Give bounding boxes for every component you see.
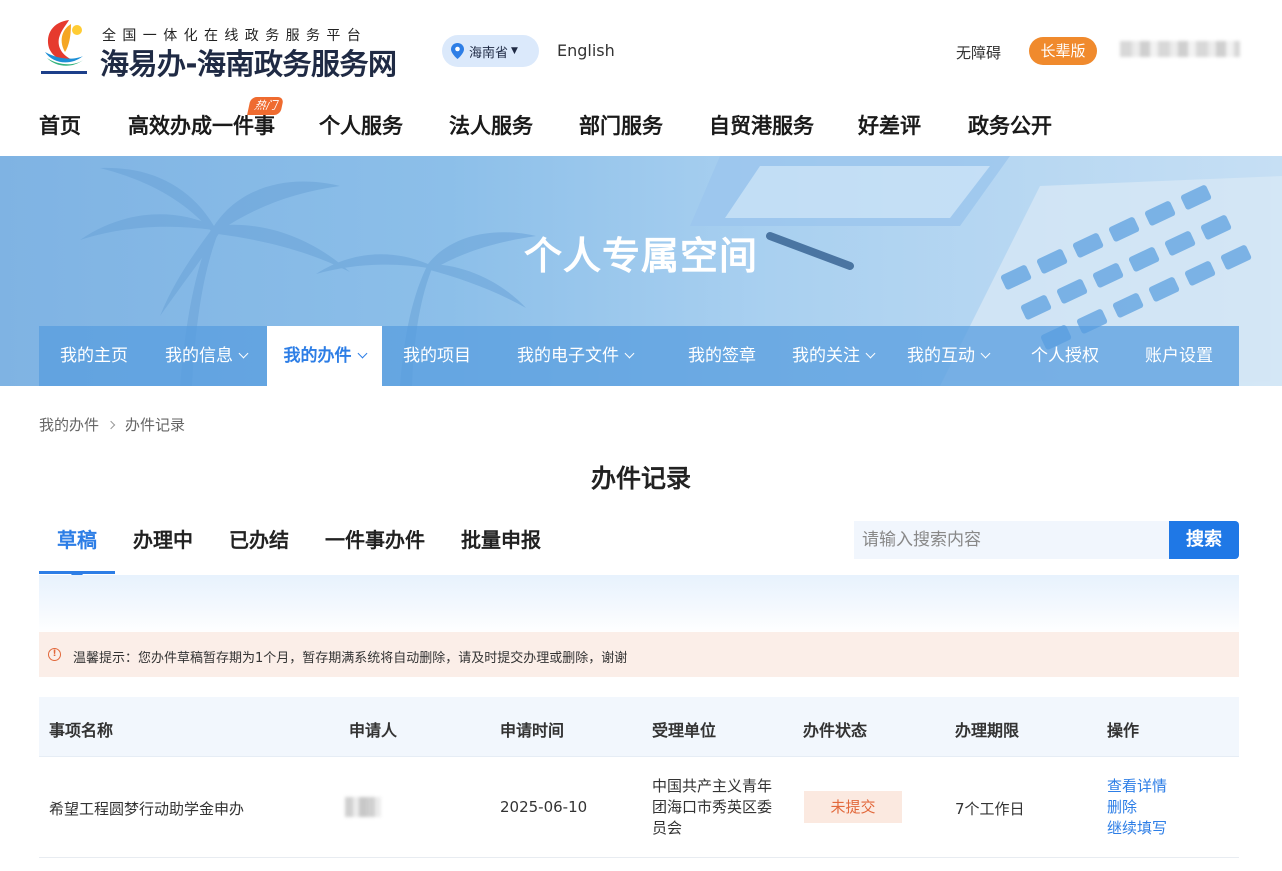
breadcrumb-current: 办件记录 <box>125 416 186 434</box>
nav-government-affairs[interactable]: 政务公开 <box>968 110 1052 140</box>
search-input[interactable] <box>854 521 1169 559</box>
site-logo-icon[interactable] <box>39 16 89 78</box>
search-button[interactable]: 搜索 <box>1169 521 1239 559</box>
tab-one-thing-cases[interactable]: 一件事办件 <box>325 524 425 553</box>
col-apply-time: 申请时间 <box>500 721 565 740</box>
notice-text: 温馨提示：您办件草稿暂存期为1个月，暂存期满系统将自动删除，请及时提交办理或删除… <box>73 651 628 666</box>
applicant-blurred <box>345 797 381 817</box>
draft-notice: ! 温馨提示：您办件草稿暂存期为1个月，暂存期满系统将自动删除，请及时提交办理或… <box>39 632 1239 677</box>
hot-badge: 热门 <box>247 97 284 115</box>
nav-home[interactable]: 首页 <box>39 110 81 140</box>
tab-content-header-gradient <box>39 575 1239 633</box>
elder-mode-button[interactable]: 长辈版 <box>1029 37 1097 65</box>
nav-ftp-service[interactable]: 自贸港服务 <box>709 110 814 140</box>
subnav-home[interactable]: 我的主页 <box>60 326 128 386</box>
chevron-down-icon <box>357 348 367 359</box>
breadcrumb: 我的办件 办件记录 <box>39 414 185 435</box>
table-row: 希望工程圆梦行动助学金申办 2025-06-10 中国共产主义青年 团海口市秀英… <box>39 757 1239 858</box>
col-status: 办件状态 <box>803 721 868 740</box>
banner-title: 个人专属空间 <box>523 234 758 278</box>
tab-drafts[interactable]: 草稿 <box>57 524 97 553</box>
nav-personal-service[interactable]: 个人服务 <box>319 110 403 140</box>
continue-filling-link[interactable]: 继续填写 <box>1107 817 1167 838</box>
accepting-unit: 中国共产主义青年 团海口市秀英区委 员会 <box>652 777 773 837</box>
tab-batch-declaration[interactable]: 批量申报 <box>461 524 541 553</box>
nav-evaluation[interactable]: 好差评 <box>858 110 921 140</box>
caret-down-icon: ▼ <box>511 46 518 56</box>
breadcrumb-parent[interactable]: 我的办件 <box>39 416 99 434</box>
user-account-blurred[interactable] <box>1120 41 1240 57</box>
deadline: 7个工作日 <box>955 800 1025 818</box>
accessibility-link[interactable]: 无障碍 <box>956 42 1001 63</box>
col-accepting-unit: 受理单位 <box>652 721 717 740</box>
region-label: 海南省 <box>469 45 509 61</box>
personal-space-nav: 我的主页 我的信息 我的办件 我的项目 我的电子文件 我的签章 我的关注 我的互… <box>39 326 1239 386</box>
table-header: 事项名称 申请人 申请时间 受理单位 办件状态 办理期限 操作 <box>39 697 1239 757</box>
view-details-link[interactable]: 查看详情 <box>1107 775 1167 796</box>
subnav-account-settings[interactable]: 账户设置 <box>1145 326 1213 386</box>
chevron-down-icon <box>624 348 635 359</box>
item-name: 希望工程圆梦行动助学金申办 <box>49 800 245 818</box>
subnav-my-follows[interactable]: 我的关注 <box>792 326 876 386</box>
subnav-my-e-files[interactable]: 我的电子文件 <box>517 326 635 386</box>
col-applicant: 申请人 <box>349 721 398 740</box>
tab-completed[interactable]: 已办结 <box>229 524 289 553</box>
delete-link[interactable]: 删除 <box>1107 796 1137 817</box>
language-switch[interactable]: English <box>557 41 615 60</box>
nav-department-service[interactable]: 部门服务 <box>579 110 663 140</box>
col-deadline: 办理期限 <box>955 721 1020 740</box>
subnav-my-cases[interactable]: 我的办件 <box>267 326 382 386</box>
chevron-right-icon <box>106 420 116 430</box>
subnav-my-info[interactable]: 我的信息 <box>165 326 249 386</box>
chevron-down-icon <box>865 348 876 359</box>
tab-processing[interactable]: 办理中 <box>133 524 193 553</box>
col-actions: 操作 <box>1107 721 1140 740</box>
col-item-name: 事项名称 <box>49 721 114 740</box>
status-badge: 未提交 <box>804 791 902 823</box>
subnav-my-projects[interactable]: 我的项目 <box>403 326 471 386</box>
subnav-my-interactions[interactable]: 我的互动 <box>907 326 991 386</box>
apply-date: 2025-06-10 <box>500 798 588 816</box>
info-icon: ! <box>48 648 61 661</box>
chevron-down-icon <box>238 348 249 359</box>
nav-legal-service[interactable]: 法人服务 <box>449 110 533 140</box>
region-selector[interactable]: 海南省 ▼ <box>442 35 539 67</box>
location-pin-icon <box>451 43 464 59</box>
site-name[interactable]: 海易办-海南政务服务网 <box>100 41 397 83</box>
subnav-authorization[interactable]: 个人授权 <box>1031 326 1099 386</box>
chevron-down-icon <box>980 348 991 359</box>
subnav-my-signature[interactable]: 我的签章 <box>688 326 756 386</box>
page-title: 办件记录 <box>590 464 691 493</box>
